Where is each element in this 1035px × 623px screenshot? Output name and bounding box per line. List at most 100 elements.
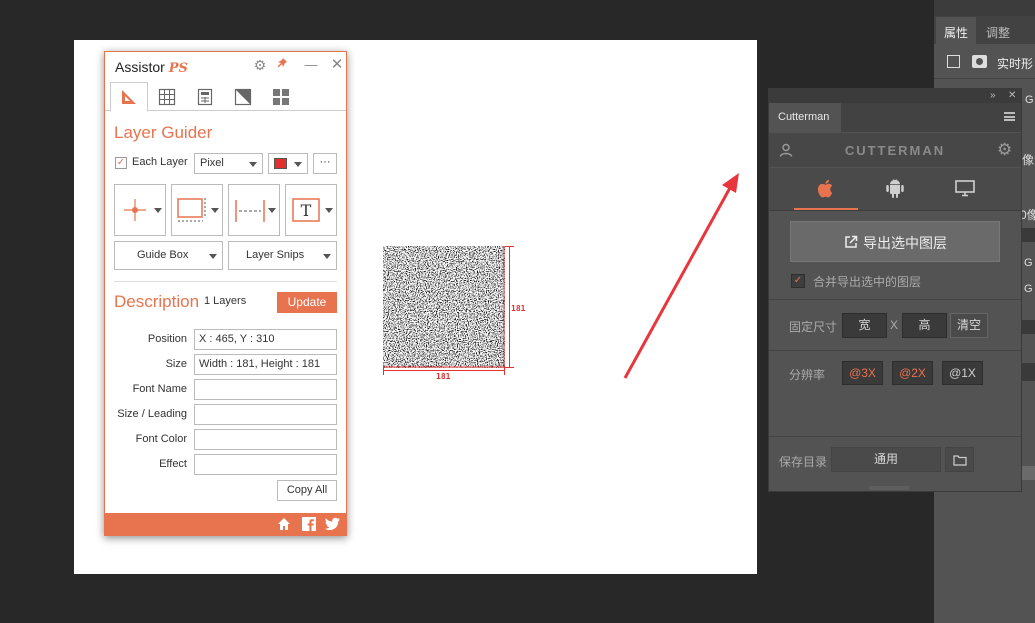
resolution-3x-toggle[interactable]: @3X xyxy=(842,361,883,385)
brand-bar: CUTTERMAN ⚙ xyxy=(769,133,1021,167)
close-icon[interactable]: ✕ xyxy=(329,57,345,73)
height-measure-label: 181 xyxy=(511,304,526,313)
width-measure-label: 181 xyxy=(436,372,451,381)
platform-tabs xyxy=(769,168,1021,211)
height-tick-top xyxy=(505,246,514,247)
panel-header-strip: » ✕ xyxy=(769,89,1021,103)
svg-text:T: T xyxy=(301,201,312,220)
size-separator: X xyxy=(890,318,899,332)
tab-layout[interactable] xyxy=(262,82,300,111)
save-directory-label: 保存目录 xyxy=(779,455,828,469)
effect-field[interactable] xyxy=(194,454,337,475)
mask-icon xyxy=(972,55,987,68)
unit-select[interactable]: Pixel xyxy=(194,153,263,174)
home-icon[interactable] xyxy=(277,517,291,531)
partial-field: 像素 xyxy=(1022,153,1035,167)
font-color-label: Font Color xyxy=(135,433,187,445)
partial-field: G xyxy=(1024,257,1033,269)
resolution-label: 分辨率 xyxy=(789,368,826,382)
font-color-field[interactable] xyxy=(194,429,337,450)
external-export-icon xyxy=(845,235,858,248)
divider xyxy=(769,299,1021,300)
facebook-icon[interactable] xyxy=(302,517,316,531)
cross-guide-tool[interactable] xyxy=(114,184,166,236)
box-guide-icon xyxy=(177,198,206,222)
partial-field: G xyxy=(1024,283,1033,295)
set-square-icon xyxy=(122,90,136,104)
color-swatch xyxy=(274,158,287,169)
calculator-icon xyxy=(197,88,213,105)
android-icon[interactable] xyxy=(886,179,904,198)
tab-adjust[interactable]: 调整 xyxy=(982,17,1022,44)
spacing-guide-icon xyxy=(235,200,265,222)
height-input[interactable]: 高 xyxy=(902,313,947,338)
gear-icon[interactable]: ⚙ xyxy=(252,57,268,73)
save-directory-select[interactable]: 通用 xyxy=(831,447,941,472)
brand-name: CUTTERMAN xyxy=(844,143,946,158)
position-field[interactable]: X : 465, Y : 310 xyxy=(194,329,337,350)
more-options-button[interactable]: ··· xyxy=(313,153,337,174)
pin-icon[interactable] xyxy=(275,57,291,73)
layer-guider-heading: Layer Guider xyxy=(114,123,213,142)
panel-title: Assistor PS xyxy=(115,59,188,76)
divider xyxy=(769,350,1021,351)
each-layer-checkbox[interactable]: ✓ xyxy=(115,157,127,169)
guide-box-select[interactable]: Guide Box xyxy=(114,241,223,270)
text-box-icon: T xyxy=(292,198,320,222)
update-button[interactable]: Update xyxy=(277,292,337,313)
text-guide-tool[interactable]: T xyxy=(285,184,337,236)
collapse-icon[interactable]: » xyxy=(990,89,996,102)
width-measure-line xyxy=(383,370,505,371)
tab-layer-guider[interactable] xyxy=(110,82,148,112)
apple-icon[interactable] xyxy=(817,179,833,198)
desktop-icon[interactable] xyxy=(955,180,975,197)
fixed-size-label: 固定尺寸 xyxy=(789,320,838,334)
browse-folder-button[interactable] xyxy=(945,447,974,472)
minimize-icon[interactable]: — xyxy=(303,57,319,73)
panel-footer xyxy=(105,513,346,535)
twitter-icon[interactable] xyxy=(325,517,340,531)
resolution-1x-toggle[interactable]: @1X xyxy=(942,361,983,385)
size-label: Size xyxy=(165,358,187,370)
merge-export-checkbox[interactable]: ✓ xyxy=(791,274,805,288)
transform-icon xyxy=(947,55,960,68)
size-leading-field[interactable] xyxy=(194,404,337,425)
folder-icon xyxy=(953,455,967,466)
spacing-guide-tool[interactable] xyxy=(228,184,280,236)
box-guide-tool[interactable] xyxy=(171,184,223,236)
clear-button[interactable]: 清空 xyxy=(950,313,988,338)
size-field[interactable]: Width : 181, Height : 181 xyxy=(194,354,337,375)
partial-field: 0像 xyxy=(1020,208,1035,222)
tool-tabs xyxy=(105,82,346,112)
font-name-label: Font Name xyxy=(132,383,187,395)
width-tick-left xyxy=(383,366,384,375)
export-selected-button[interactable]: 导出选中图层 xyxy=(790,221,1000,262)
color-select[interactable] xyxy=(268,153,308,174)
tab-grid[interactable] xyxy=(148,82,186,111)
assistor-panel: Assistor PS ⚙ — ✕ Layer Guider ✓ Each La… xyxy=(104,51,347,536)
font-name-field[interactable] xyxy=(194,379,337,400)
tab-calculator[interactable] xyxy=(186,82,224,111)
description-heading: Description xyxy=(114,292,200,311)
gradient-icon xyxy=(234,88,252,105)
width-input[interactable]: 宽 xyxy=(842,313,887,338)
resolution-2x-toggle[interactable]: @2X xyxy=(892,361,933,385)
divider xyxy=(114,281,337,282)
gear-icon[interactable]: ⚙ xyxy=(997,140,1012,160)
resize-grip[interactable] xyxy=(869,486,909,490)
effect-label: Effect xyxy=(159,458,187,470)
grid-icon xyxy=(158,88,176,105)
tab-cutterman[interactable]: Cutterman xyxy=(769,103,841,132)
layer-snips-select[interactable]: Layer Snips xyxy=(228,241,337,270)
position-label: Position xyxy=(147,333,187,345)
layers-count: 1 Layers xyxy=(204,295,247,307)
close-icon[interactable]: ✕ xyxy=(1008,89,1016,102)
cutterman-panel: » ✕ Cutterman CUTTERMAN ⚙ 导出选中图层 ✓ 合并导出选… xyxy=(768,88,1022,492)
tab-properties[interactable]: 属性 xyxy=(936,17,976,44)
panel-menu-icon[interactable] xyxy=(1004,112,1015,121)
copy-all-button[interactable]: Copy All xyxy=(277,480,337,501)
live-shape-label: 实时形 xyxy=(997,57,1034,71)
panel-tab-bar: Cutterman xyxy=(769,103,1021,132)
noise-texture-layer[interactable] xyxy=(383,246,505,368)
tab-gradient[interactable] xyxy=(224,82,262,111)
